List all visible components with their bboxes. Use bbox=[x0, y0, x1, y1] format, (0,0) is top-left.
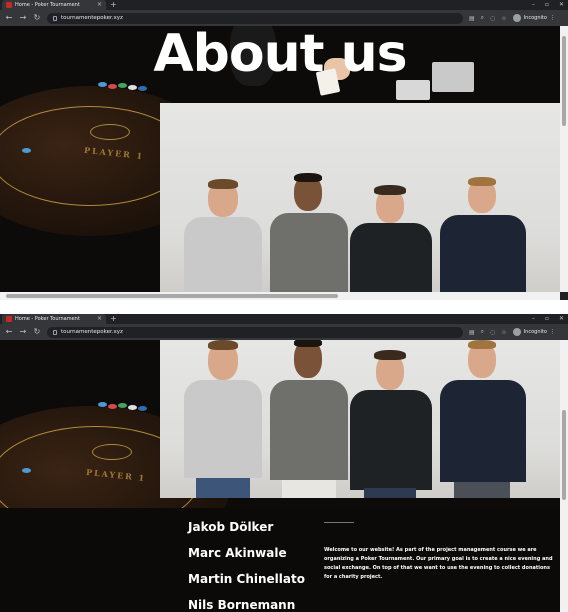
browser-window-bottom: Home - Poker Tournament × + – ▫ ✕ ← → ↻ … bbox=[0, 314, 568, 612]
star-icon[interactable]: ☆ bbox=[501, 329, 506, 336]
chip-icon bbox=[128, 85, 137, 90]
incognito-icon bbox=[512, 328, 521, 336]
back-arrow-icon[interactable]: ← bbox=[5, 14, 13, 22]
close-window-button[interactable]: ✕ bbox=[559, 0, 564, 10]
about-section: Jakob Dölker Marc Akinwale Martin Chinel… bbox=[0, 508, 560, 612]
vertical-scrollbar[interactable] bbox=[560, 340, 568, 612]
lock-icon bbox=[53, 329, 57, 335]
back-arrow-icon[interactable]: ← bbox=[5, 328, 13, 336]
minimize-button[interactable]: – bbox=[532, 0, 535, 10]
chip-icon bbox=[22, 148, 31, 153]
incognito-profile[interactable]: Incognito ⋮ bbox=[512, 14, 555, 22]
url-text: tournamentepoker.xyz bbox=[61, 15, 123, 21]
team-member-photo bbox=[178, 179, 268, 292]
team-member-name: Nils Bornemann bbox=[188, 598, 296, 612]
team-member-photo bbox=[346, 185, 434, 292]
team-member-photo bbox=[434, 340, 528, 498]
page-title: About us bbox=[153, 26, 407, 84]
scroll-thumb[interactable] bbox=[562, 36, 566, 126]
lock-icon bbox=[53, 15, 57, 21]
vertical-scrollbar[interactable] bbox=[560, 26, 568, 292]
browser-toolbar: ← → ↻ tournamentepoker.xyz ▤ ⌕ ◌ ☆ Incog… bbox=[0, 10, 568, 26]
incognito-icon bbox=[512, 14, 521, 22]
toolbar-icons: ▤ ⌕ ◌ ☆ bbox=[469, 14, 507, 22]
incognito-profile[interactable]: Incognito ⋮ bbox=[512, 328, 555, 336]
reload-icon[interactable]: ↻ bbox=[33, 14, 41, 22]
tab-title: Home - Poker Tournament bbox=[15, 316, 80, 322]
tab-close-icon[interactable]: × bbox=[97, 316, 102, 322]
chip-icon bbox=[98, 402, 107, 407]
profile-label: Incognito bbox=[523, 15, 547, 21]
url-text: tournamentepoker.xyz bbox=[61, 329, 123, 335]
star-icon[interactable]: ☆ bbox=[501, 15, 506, 22]
browser-toolbar: ← → ↻ tournamentepoker.xyz ▤ ⌕ ◌ ☆ Incog… bbox=[0, 324, 568, 340]
close-window-button[interactable]: ✕ bbox=[559, 314, 564, 324]
new-tab-button[interactable]: + bbox=[110, 314, 117, 324]
new-tab-button[interactable]: + bbox=[110, 0, 117, 10]
zoom-icon[interactable]: ⌕ bbox=[481, 14, 484, 22]
chip-icon bbox=[138, 406, 147, 411]
site-favicon-icon bbox=[6, 316, 12, 322]
scroll-thumb[interactable] bbox=[562, 410, 566, 500]
window-controls: – ▫ ✕ bbox=[532, 0, 564, 10]
tab-bar: Home - Poker Tournament × + – ▫ ✕ bbox=[0, 314, 568, 324]
tab-close-icon[interactable]: × bbox=[97, 2, 102, 8]
browser-window-top: Home - Poker Tournament × + – ▫ ✕ ← → ↻ … bbox=[0, 0, 568, 300]
team-member-photo bbox=[434, 177, 528, 292]
team-member-name: Martin Chinellato bbox=[188, 572, 305, 586]
team-photo bbox=[160, 103, 560, 292]
chip-icon bbox=[118, 403, 127, 408]
table-logo bbox=[92, 444, 132, 460]
team-member-photo bbox=[266, 173, 352, 292]
reload-icon[interactable]: ↻ bbox=[33, 328, 41, 336]
site-favicon-icon bbox=[6, 2, 12, 8]
chip-icon bbox=[108, 404, 117, 409]
team-member-name: Jakob Dölker bbox=[188, 520, 274, 534]
forward-arrow-icon[interactable]: → bbox=[19, 14, 27, 22]
team-member-photo bbox=[346, 350, 434, 498]
translate-icon[interactable]: ▤ bbox=[469, 15, 475, 22]
page-viewport[interactable]: PLAYER 1 bbox=[0, 26, 560, 292]
forward-arrow-icon[interactable]: → bbox=[19, 328, 27, 336]
team-member-name: Marc Akinwale bbox=[188, 546, 287, 560]
menu-dots-icon[interactable]: ⋮ bbox=[550, 329, 555, 335]
address-bar[interactable]: tournamentepoker.xyz bbox=[47, 12, 463, 24]
window-controls: – ▫ ✕ bbox=[532, 314, 564, 324]
tab-title: Home - Poker Tournament bbox=[15, 2, 80, 8]
profile-label: Incognito bbox=[523, 329, 547, 335]
tab-bar: Home - Poker Tournament × + – ▫ ✕ bbox=[0, 0, 568, 10]
tab-home[interactable]: Home - Poker Tournament × bbox=[2, 314, 106, 324]
minimize-button[interactable]: – bbox=[532, 314, 535, 324]
menu-dots-icon[interactable]: ⋮ bbox=[550, 15, 555, 21]
chip-icon bbox=[138, 86, 147, 91]
team-member-photo bbox=[178, 340, 268, 498]
restore-button[interactable]: ▫ bbox=[545, 0, 549, 10]
team-member-photo bbox=[266, 340, 352, 498]
horizontal-scrollbar[interactable] bbox=[0, 292, 560, 300]
chip-icon bbox=[128, 405, 137, 410]
intro-paragraph: Welcome to our website! As part of the p… bbox=[324, 547, 553, 580]
chip-icon bbox=[22, 468, 31, 473]
section-divider bbox=[324, 522, 354, 523]
zoom-icon[interactable]: ⌕ bbox=[481, 328, 484, 336]
tab-home[interactable]: Home - Poker Tournament × bbox=[2, 0, 106, 10]
toolbar-icons: ▤ ⌕ ◌ ☆ bbox=[469, 328, 507, 336]
table-logo bbox=[90, 124, 130, 140]
address-bar[interactable]: tournamentepoker.xyz bbox=[47, 326, 463, 338]
page-viewport[interactable]: PLAYER 1 bbox=[0, 340, 560, 612]
team-photo bbox=[160, 340, 560, 498]
eye-off-icon[interactable]: ◌ bbox=[490, 15, 495, 22]
translate-icon[interactable]: ▤ bbox=[469, 329, 475, 336]
eye-off-icon[interactable]: ◌ bbox=[490, 329, 495, 336]
chip-icon bbox=[108, 84, 117, 89]
horizontal-scroll-thumb[interactable] bbox=[6, 294, 338, 298]
restore-button[interactable]: ▫ bbox=[545, 314, 549, 324]
